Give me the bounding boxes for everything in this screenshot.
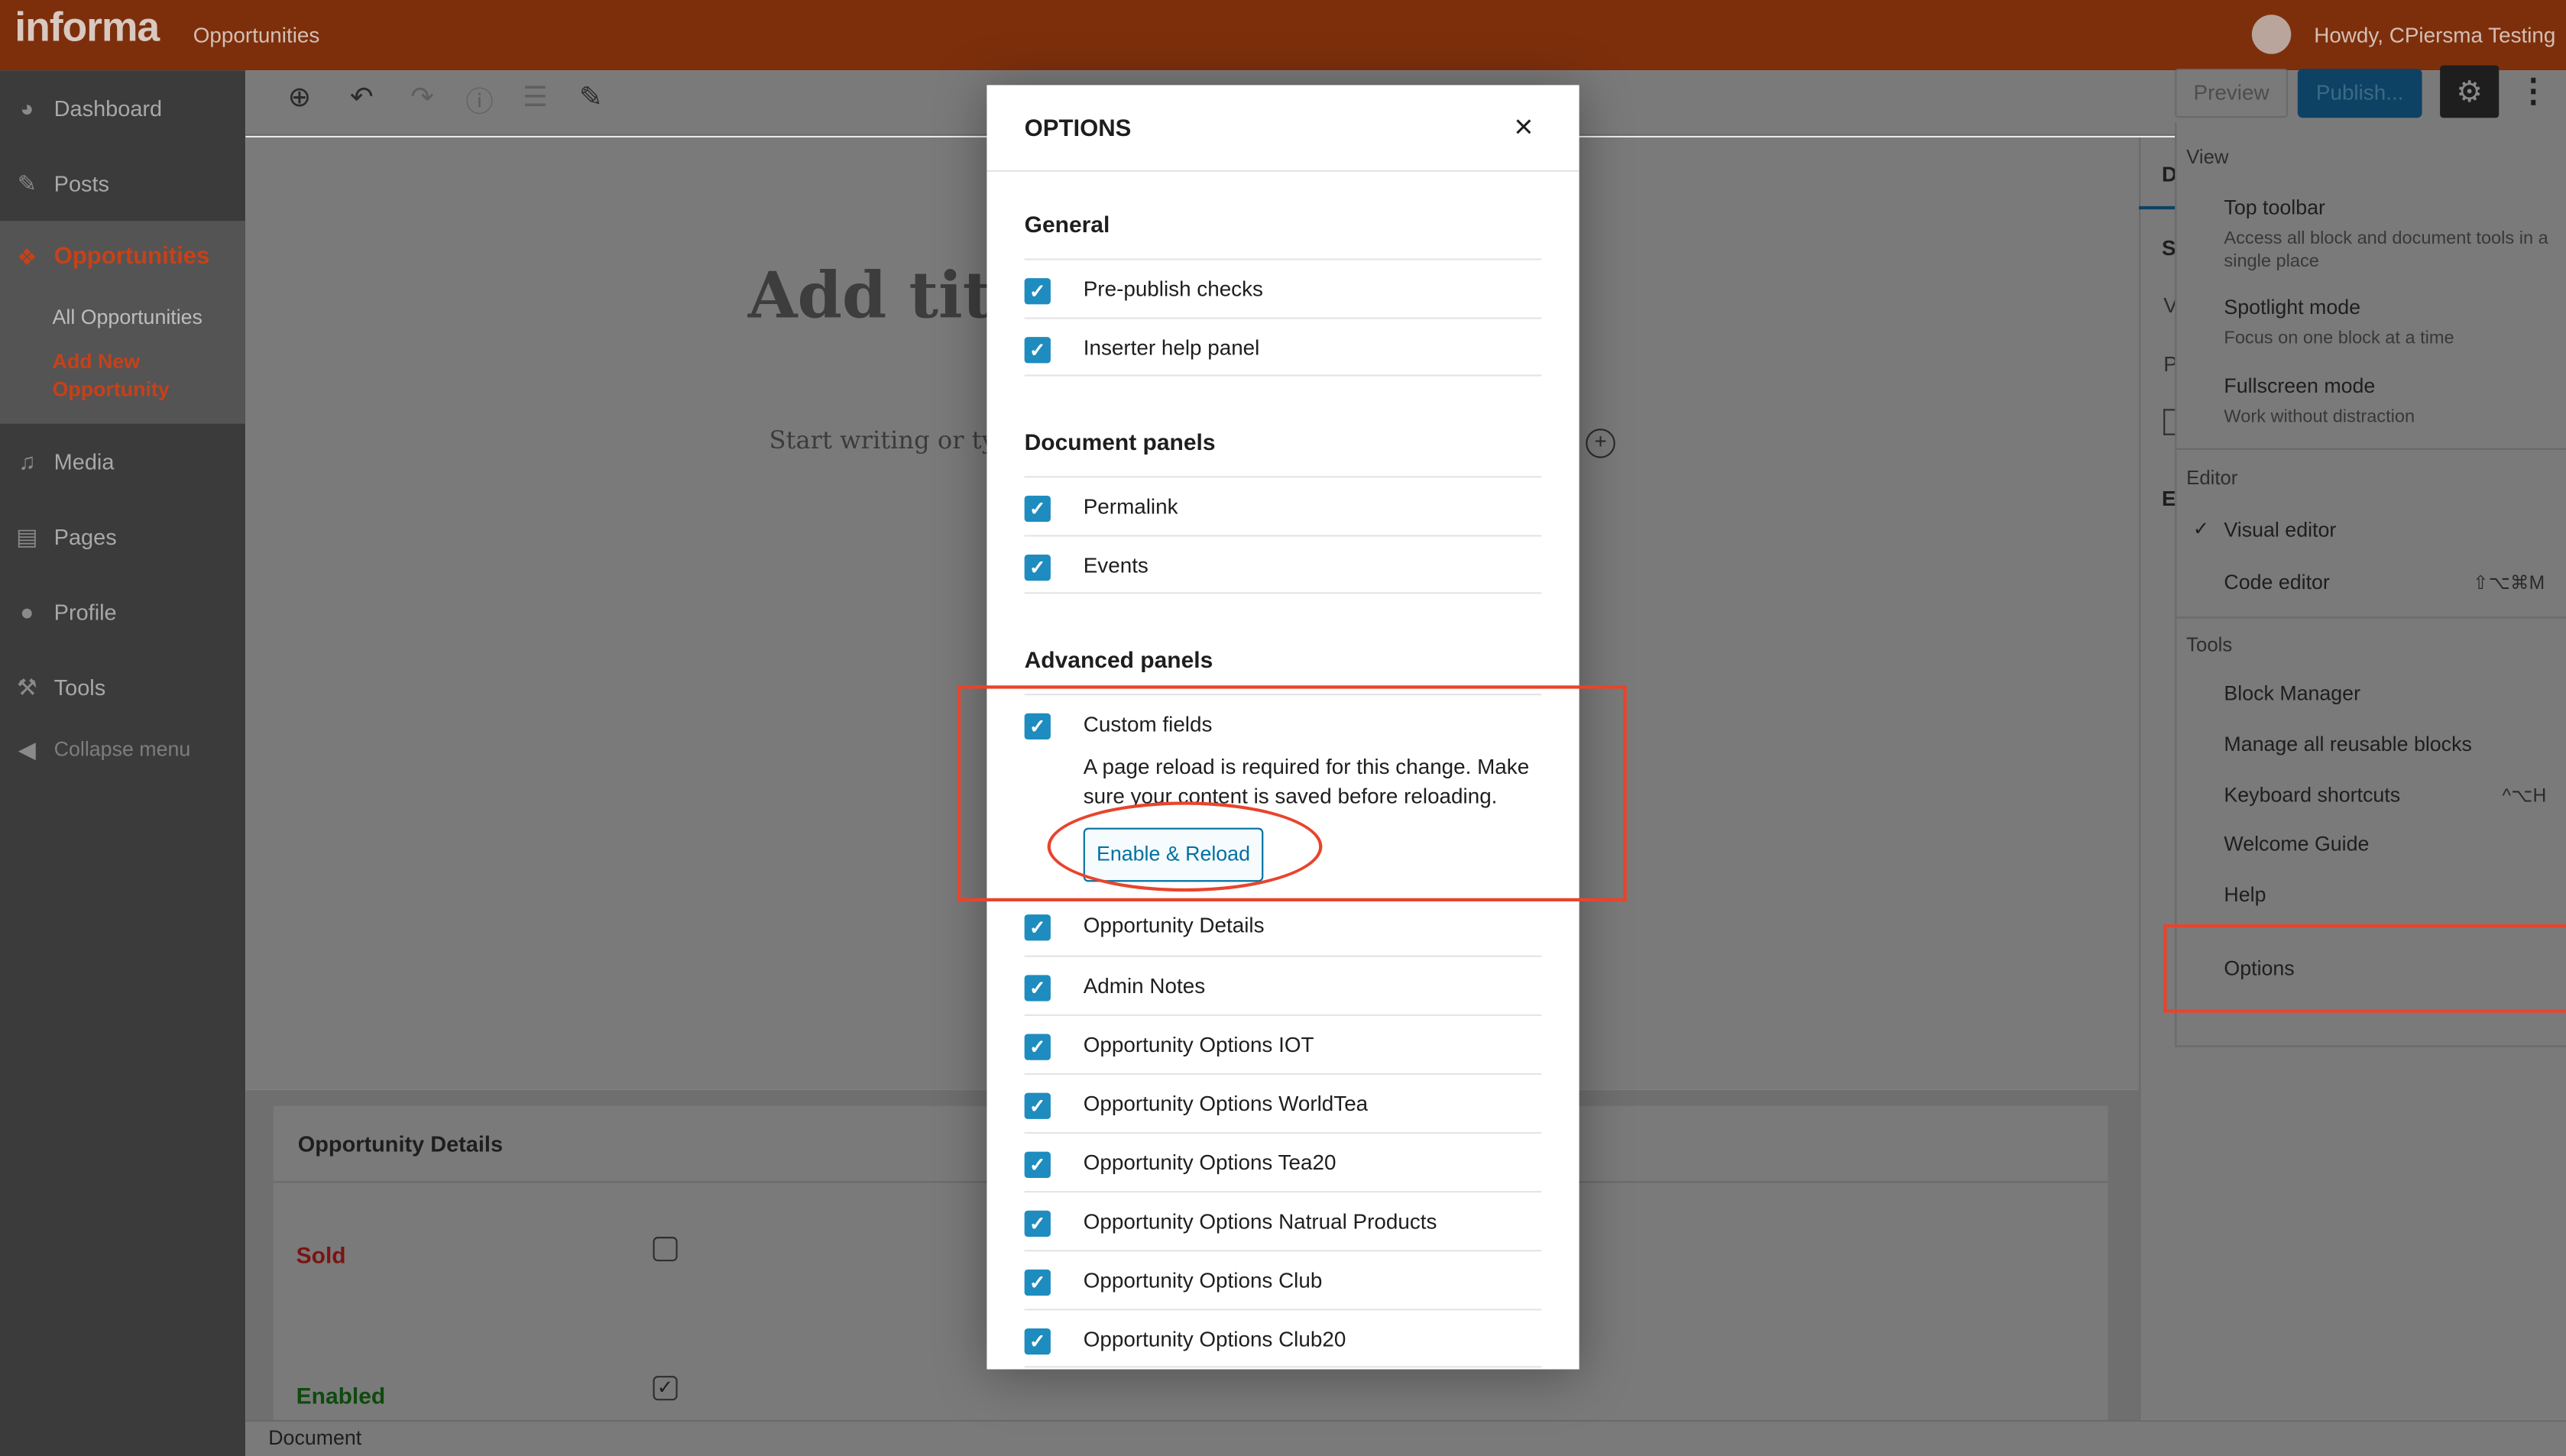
user-icon: ● — [20, 598, 34, 626]
outline-icon[interactable]: ☰ — [512, 76, 558, 121]
sidebar-item-media[interactable]: ♫ Media — [0, 424, 245, 500]
checkbox-checked[interactable]: ✓ — [1024, 1328, 1051, 1355]
close-icon[interactable]: × — [1507, 108, 1540, 147]
menu-heading-view: View — [2186, 145, 2229, 169]
settings-section-s: S — [2162, 235, 2176, 260]
checkbox-checked[interactable]: ✓ — [1024, 975, 1051, 1001]
publish-button[interactable]: Publish... — [2297, 68, 2422, 118]
brand-logo[interactable]: informa — [15, 5, 160, 52]
menu-top-toolbar-desc: Access all block and document tools in a… — [2224, 228, 2548, 272]
check-icon: ✓ — [2192, 516, 2210, 540]
sold-label: Sold — [296, 1241, 346, 1268]
wrench-icon: ⚒ — [16, 673, 37, 700]
menu-heading-tools: Tools — [2186, 633, 2233, 656]
checkbox-checked[interactable]: ✓ — [1024, 1210, 1051, 1238]
menu-top-toolbar[interactable]: Top toolbar — [2224, 196, 2325, 219]
checkbox-checked[interactable]: ✓ — [1024, 1034, 1051, 1060]
checkbox-checked[interactable]: ✓ — [1024, 1092, 1051, 1119]
settings-gear-icon[interactable]: ⚙ — [2440, 65, 2500, 118]
admin-sidebar: ◕ Dashboard ✎ Posts ❖ Opportunities All Opp… — [0, 70, 246, 1456]
code-editor-shortcut: ⇧⌥⌘M — [2472, 574, 2545, 594]
sidebar-item-profile[interactable]: ● Profile — [0, 574, 245, 650]
sidebar-sub-all-opportunities[interactable]: All Opportunities — [53, 306, 202, 328]
info-icon[interactable]: ⓘ — [457, 76, 503, 121]
option-row[interactable]: ✓ Opportunity Options Club — [1024, 1250, 1542, 1309]
edit-mode-icon[interactable]: ✎ — [568, 76, 614, 121]
checkbox-checked[interactable]: ✓ — [1024, 1269, 1051, 1296]
menu-keyboard-shortcuts[interactable]: Keyboard shortcuts — [2224, 784, 2400, 807]
pages-icon: ▤ — [16, 523, 38, 549]
option-row[interactable]: ✓ Pre-publish checks — [1024, 258, 1542, 317]
active-tab-indicator — [2139, 205, 2176, 210]
section-document-panels: Document panels — [1024, 429, 1216, 455]
checkbox-checked[interactable]: ✓ — [1024, 495, 1051, 523]
section-general: General — [1024, 211, 1110, 238]
menu-help[interactable]: Help — [2224, 883, 2266, 906]
menu-fullscreen-desc: Work without distraction — [2224, 407, 2415, 427]
avatar[interactable] — [2251, 15, 2292, 54]
redo-icon[interactable]: ↷ — [400, 76, 445, 121]
menu-block-manager[interactable]: Block Manager — [2224, 682, 2360, 705]
add-block-icon[interactable]: ⊕ — [277, 76, 322, 121]
sidebar-item-dashboard[interactable]: ◕ Dashboard — [0, 70, 245, 146]
modal-title: OPTIONS — [1024, 116, 1132, 143]
media-icon: ♫ — [18, 448, 36, 475]
option-row[interactable]: ✓ Opportunity Options Tea20 — [1024, 1131, 1542, 1191]
checkbox-checked[interactable]: ✓ — [1024, 278, 1051, 305]
option-row[interactable]: ✓ Opportunity Options IOT — [1024, 1014, 1542, 1073]
option-row[interactable]: ✓ Admin Notes — [1024, 955, 1542, 1014]
checkbox-checked[interactable]: ✓ — [1024, 1151, 1051, 1178]
settings-section-e: E — [2162, 486, 2176, 511]
collapse-icon: ◀ — [18, 735, 36, 762]
option-row[interactable]: ✓ Inserter help panel — [1024, 317, 1542, 377]
menu-spotlight-desc: Focus on one block at a time — [2224, 328, 2454, 349]
menu-manage-reusable-blocks[interactable]: Manage all reusable blocks — [2224, 733, 2471, 756]
more-options-icon[interactable]: ⋮ — [2517, 69, 2550, 118]
highlight-box-options — [2163, 924, 2566, 1013]
menu-visual-editor[interactable]: Visual editor — [2224, 519, 2336, 542]
sidebar-collapse-menu[interactable]: ◀ Collapse menu — [0, 712, 245, 788]
enabled-label: Enabled — [296, 1382, 386, 1409]
metabox-title[interactable]: Opportunity Details — [298, 1132, 503, 1157]
option-row[interactable]: ✓ Opportunity Options Natrual Products — [1024, 1191, 1542, 1250]
section-advanced-panels: Advanced panels — [1024, 645, 1213, 673]
checkbox-checked[interactable]: ✓ — [1024, 337, 1051, 364]
undo-icon[interactable]: ↶ — [339, 76, 384, 121]
option-row[interactable]: ✓ Events — [1024, 535, 1542, 594]
menu-divider — [2175, 448, 2566, 450]
site-name-link[interactable]: Opportunities — [193, 23, 320, 47]
modal-header: OPTIONS × — [987, 85, 1579, 172]
sidebar-item-pages[interactable]: ▤ Pages — [0, 499, 245, 574]
checkbox-checked[interactable]: ✓ — [1024, 555, 1051, 581]
pin-icon: ✎ — [17, 169, 37, 196]
menu-fullscreen-mode[interactable]: Fullscreen mode — [2224, 374, 2375, 397]
sidebar-sub-add-new-opportunity[interactable]: Add New Opportunity — [53, 348, 200, 404]
menu-code-editor[interactable]: Code editor — [2224, 571, 2329, 594]
howdy-user-link[interactable]: Howdy, CPiersma Testing — [2314, 23, 2555, 47]
option-row[interactable]: ✓ Permalink — [1024, 476, 1542, 535]
option-row[interactable]: ✓ Opportunity Options WorldTea — [1024, 1073, 1542, 1132]
highlight-oval-enable-reload — [1047, 801, 1323, 892]
sidebar-item-posts[interactable]: ✎ Posts — [0, 146, 245, 222]
dashboard-icon: ◕ — [20, 95, 34, 121]
sold-checkbox[interactable] — [653, 1237, 678, 1262]
option-row[interactable]: ✓ Opportunity Options Club20 — [1024, 1309, 1542, 1368]
keyboard-shortcut-key: ^⌥H — [2502, 787, 2547, 807]
menu-heading-editor: Editor — [2186, 466, 2238, 490]
admin-bar — [0, 0, 2566, 71]
menu-divider — [2175, 616, 2566, 619]
menu-spotlight-mode[interactable]: Spotlight mode — [2224, 296, 2360, 319]
preview-button[interactable]: Preview — [2175, 68, 2288, 118]
checkbox-checked[interactable]: ✓ — [1024, 914, 1051, 941]
enabled-checkbox[interactable]: ✓ — [653, 1376, 678, 1401]
opportunities-icon: ❖ — [16, 244, 37, 270]
inline-add-block-icon[interactable]: + — [1586, 429, 1615, 458]
option-row[interactable]: ✓ Opportunity Details — [1024, 897, 1542, 956]
editor-footer — [245, 1419, 2566, 1456]
breadcrumb[interactable]: Document — [268, 1426, 361, 1449]
menu-welcome-guide[interactable]: Welcome Guide — [2224, 833, 2369, 856]
